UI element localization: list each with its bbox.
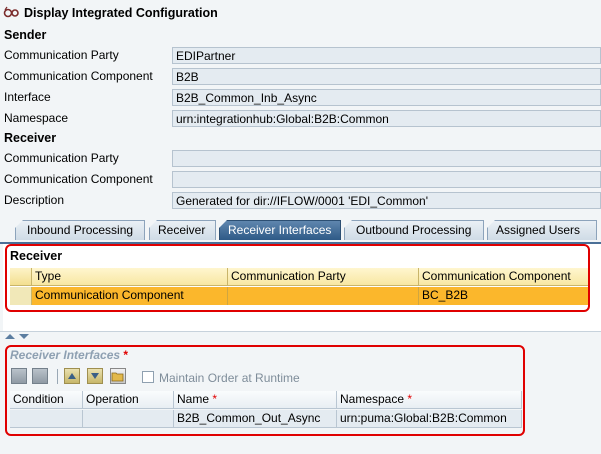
sender-interface-field[interactable]: B2B_Common_Inb_Async	[172, 89, 601, 106]
expand-down-icon[interactable]	[19, 334, 29, 339]
splitter-bar[interactable]	[0, 331, 601, 341]
tab-receiver-interfaces[interactable]: Receiver Interfaces	[219, 220, 341, 240]
sender-namespace-label: Namespace	[4, 111, 69, 125]
tab-strip: Inbound Processing Receiver Receiver Int…	[0, 217, 601, 244]
highlight-box-receiver-interfaces	[5, 345, 525, 436]
window-title: Display Integrated Configuration	[24, 6, 218, 20]
tab-assigned-users[interactable]: Assigned Users	[487, 220, 597, 240]
tab-label: Outbound Processing	[356, 223, 472, 237]
tab-receiver[interactable]: Receiver	[149, 220, 216, 240]
sender-interface-label: Interface	[4, 90, 51, 104]
tab-label: Inbound Processing	[27, 223, 134, 237]
receiver-party-field[interactable]	[172, 150, 601, 167]
receiver-component-field[interactable]	[172, 171, 601, 188]
sender-component-field[interactable]: B2B	[172, 68, 601, 85]
sender-heading: Sender	[4, 28, 47, 42]
tab-label: Receiver Interfaces	[228, 223, 332, 237]
glasses-display-icon	[3, 4, 19, 20]
description-field[interactable]: Generated for dir://IFLOW/0001 'EDI_Comm…	[172, 192, 601, 209]
description-label: Description	[4, 193, 65, 207]
collapse-up-icon[interactable]	[5, 334, 15, 339]
sender-party-label: Communication Party	[4, 48, 119, 62]
tab-label: Receiver	[158, 223, 206, 237]
receiver-heading: Receiver	[4, 131, 57, 145]
tab-outbound-processing[interactable]: Outbound Processing	[344, 220, 484, 240]
tab-inbound-processing[interactable]: Inbound Processing	[15, 220, 145, 240]
sender-party-field[interactable]: EDIPartner	[172, 47, 601, 64]
sender-namespace-field[interactable]: urn:integrationhub:Global:B2B:Common	[172, 110, 601, 127]
receiver-party-label: Communication Party	[4, 151, 119, 165]
receiver-component-label: Communication Component	[4, 172, 153, 186]
sender-component-label: Communication Component	[4, 69, 153, 83]
highlight-box-receiver	[5, 244, 590, 312]
tab-label: Assigned Users	[496, 223, 581, 237]
